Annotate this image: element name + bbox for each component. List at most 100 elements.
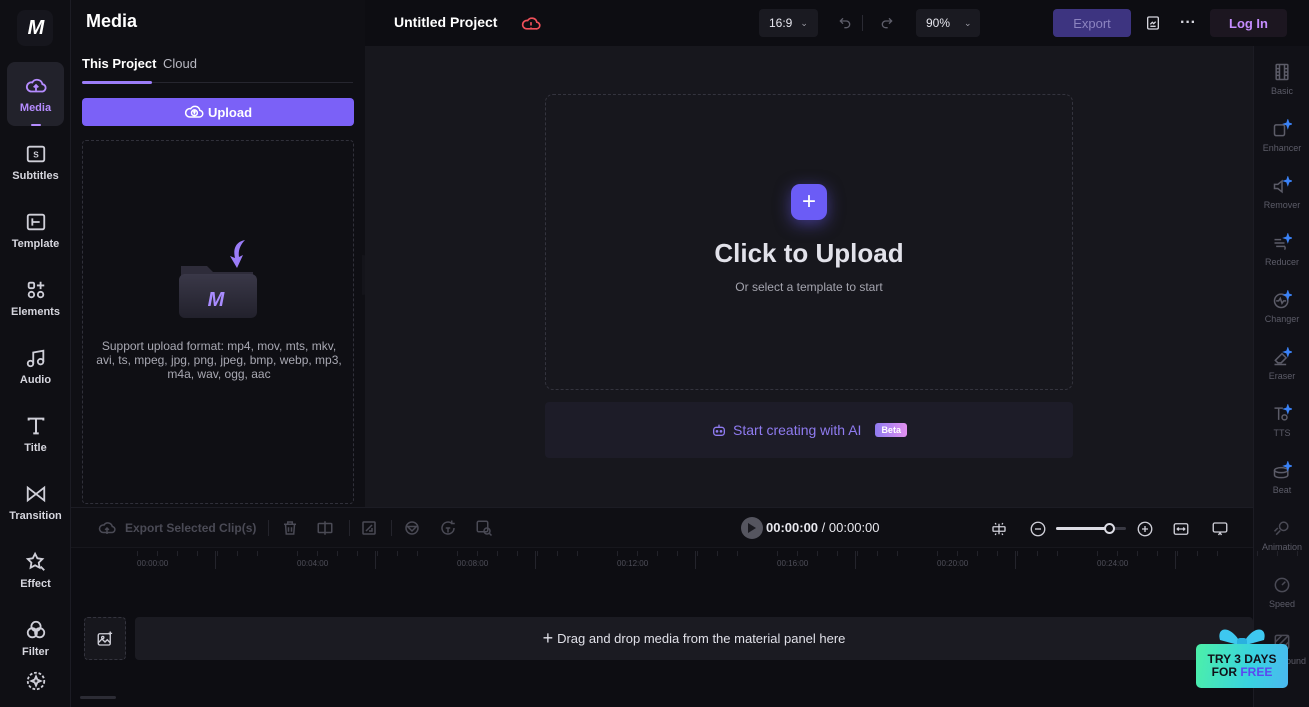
rail-item-effect[interactable]: Effect [7,538,64,602]
display-button[interactable] [1211,519,1229,539]
upload-button[interactable]: Upload [82,98,354,126]
export-button[interactable]: Export [1053,9,1131,37]
fit-timeline-button[interactable] [1172,519,1190,539]
rail-item-title[interactable]: Title [7,402,64,466]
tab-this-project[interactable]: This Project [82,56,156,71]
ruler-major-tick [535,551,536,569]
enhancer-icon [1273,119,1292,137]
cloud-warning-icon[interactable] [521,14,541,32]
track-media-button[interactable] [84,617,126,660]
tool-beat[interactable]: Beat [1254,455,1309,505]
timeline-zoom-slider[interactable] [1056,523,1126,534]
tool-label: Reducer [1264,257,1300,267]
promo-for: FOR [1211,665,1241,679]
tool-animation[interactable]: Animation [1254,512,1309,562]
ruler-minor-tick [797,551,798,556]
ruler-label: 00:08:00 [457,559,489,568]
zoom-in-button[interactable] [1136,519,1154,539]
crop-icon [362,521,376,535]
rail-label: Transition [9,509,62,522]
horizontal-scrollbar[interactable] [80,696,116,699]
ruler-minor-tick [1257,551,1258,556]
ai-label: Start creating with AI [733,422,862,438]
document-chart-icon [1147,16,1159,30]
ruler-minor-tick [937,551,938,556]
export-selected-clips-button[interactable]: Export Selected Clip(s) [98,518,256,538]
document-button[interactable] [1142,12,1164,34]
rail-label: Effect [20,577,51,590]
app-logo[interactable]: M [17,10,53,46]
zoom-out-button[interactable] [1029,519,1047,539]
tool-label: Changer [1264,314,1300,324]
ruler-major-tick [375,551,376,569]
delete-button[interactable] [281,518,299,538]
play-button[interactable] [741,517,763,539]
split-button[interactable] [316,518,334,538]
zoom-dropdown[interactable]: 90% ⌄ [916,9,980,37]
upload-label: Upload [207,104,253,120]
rail-item-audio[interactable]: Audio [7,334,64,398]
tool-label: Enhancer [1262,143,1302,153]
ruler-minor-tick [237,551,238,556]
free-trial-promo[interactable]: TRY 3 DAYS FOR FREE [1196,620,1288,688]
snap-icon [992,522,1006,536]
crop-button[interactable] [360,518,378,538]
timeline-track-area: + Drag and drop media from the material … [71,577,1253,707]
ruler-minor-tick [357,551,358,556]
ruler-minor-tick [217,551,218,556]
tool-basic[interactable]: Basic [1254,56,1309,106]
rail-label: Subtitles [12,169,59,182]
cloud-upload-icon [98,522,116,534]
timeline-ruler[interactable]: 00:00:00 00:04:00 00:08:00 00:12:00 00:16:00… [71,547,1298,577]
aspect-ratio-dropdown[interactable]: 16:9 ⌄ [759,9,818,37]
ruler-minor-tick [257,551,258,556]
ruler-major-tick [855,551,856,569]
ruler-label: 00:12:00 [617,559,649,568]
login-button[interactable]: Log In [1210,9,1287,37]
tool-reducer[interactable]: Reducer [1254,227,1309,277]
effect-star-icon [25,551,45,571]
tool-enhancer[interactable]: Enhancer [1254,113,1309,163]
plus-icon: + [542,628,554,648]
snap-button[interactable] [990,519,1008,539]
undo-button[interactable] [834,12,856,34]
tool-remover[interactable]: Remover [1254,170,1309,220]
divider [862,15,863,31]
tool-speed[interactable]: Speed [1254,569,1309,619]
media-tabs: This Project Cloud [82,55,353,84]
ruler-minor-tick [377,551,378,556]
ruler-major-tick [215,551,216,569]
track-drop-zone[interactable]: + Drag and drop media from the material … [135,617,1253,660]
ruler-label: 00:16:00 [777,559,809,568]
rail-item-filter[interactable]: Filter [7,606,64,670]
ai-sparkle-icon [26,671,45,691]
tool-changer[interactable]: Changer [1254,284,1309,334]
time-separator: / [821,520,829,535]
rail-item-elements[interactable]: Elements [7,266,64,330]
freeze-button[interactable] [475,518,493,538]
mask-icon [405,521,419,535]
start-creating-ai-button[interactable]: Start creating with AI Beta [545,402,1073,458]
tab-cloud[interactable]: Cloud [163,56,197,71]
split-icon [317,521,333,535]
rail-item-media[interactable]: Media [7,62,64,126]
mask-button[interactable] [403,518,421,538]
rail-item-template[interactable]: Template [7,198,64,262]
tool-eraser[interactable]: Eraser [1254,341,1309,391]
replace-button[interactable] [439,518,457,538]
project-title[interactable]: Untitled Project [394,14,497,30]
more-options-button[interactable]: ··· [1177,12,1199,34]
freeze-search-icon [476,520,493,537]
plus-icon[interactable]: + [791,184,827,220]
media-drop-area[interactable]: M Support upload format: mp4, mov, mts, … [82,140,354,504]
rail-item-subtitles[interactable]: S Subtitles [7,130,64,194]
replace-icon [441,520,455,535]
tool-tts[interactable]: TTS [1254,398,1309,448]
rail-item-ai[interactable] [7,670,64,707]
rail-item-transition[interactable]: Transition [7,470,64,534]
click-to-upload-zone[interactable]: + Click to Upload Or select a template t… [545,94,1073,390]
ruler-minor-tick [417,551,418,556]
redo-button[interactable] [876,12,898,34]
ruler-minor-tick [1177,551,1178,556]
slider-knob[interactable] [1103,523,1115,534]
